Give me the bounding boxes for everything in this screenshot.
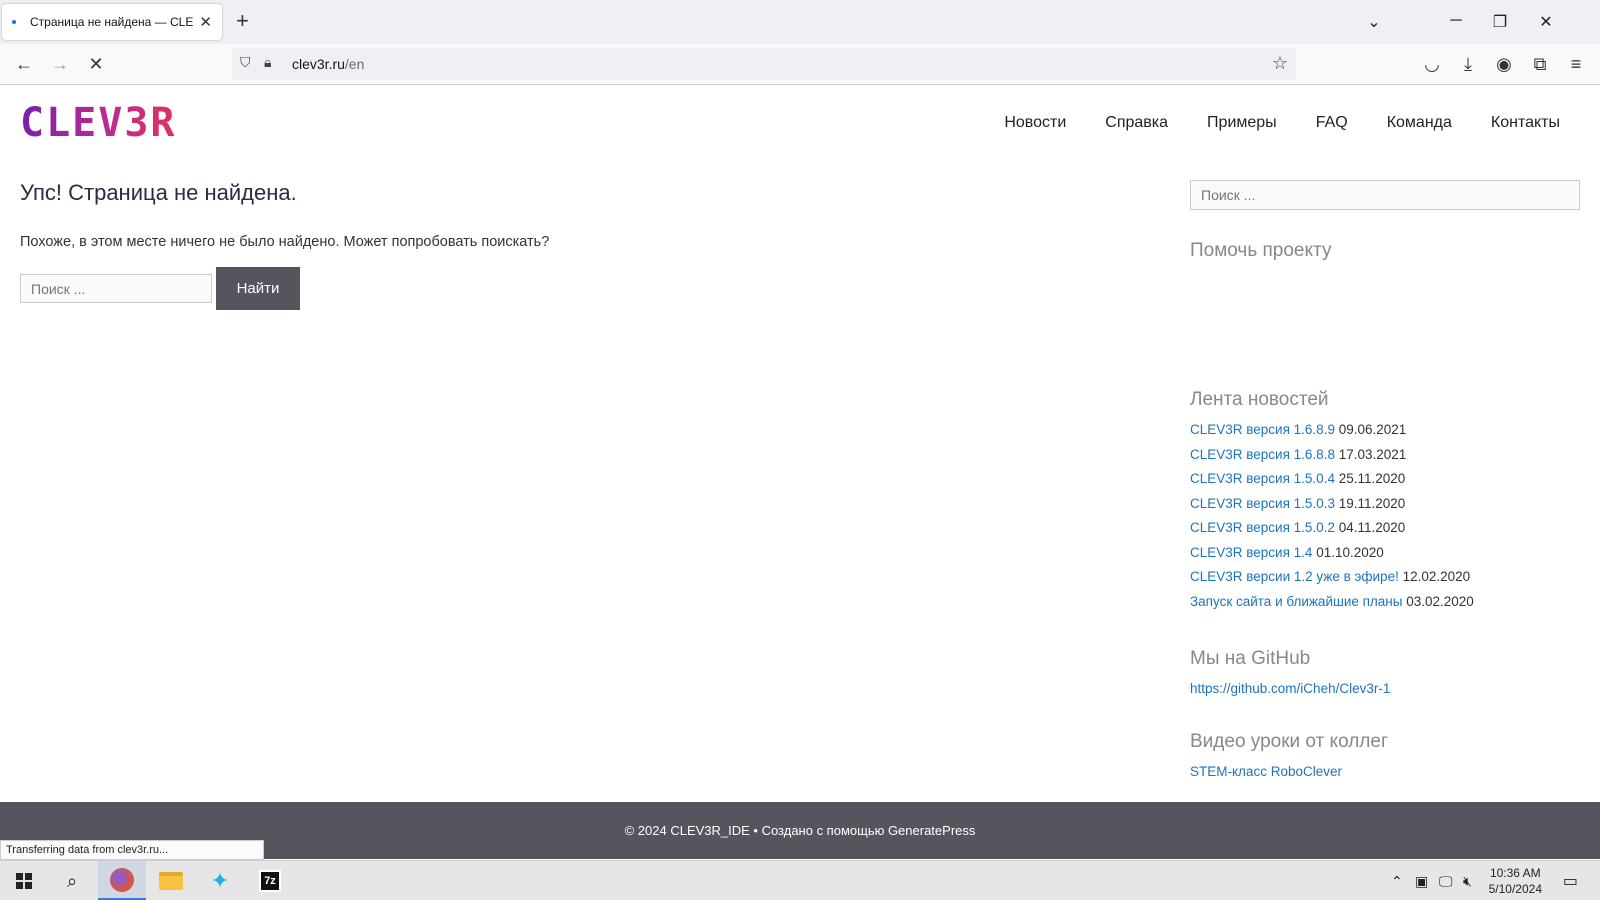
url-text[interactable]: clev3r.ru/en — [292, 56, 364, 72]
list-item: CLEV3R версия 1.5.0.3 19.11.2020 — [1190, 494, 1474, 519]
footer-text: © 2024 CLEV3R_IDE • Создано с помощью Ge… — [624, 823, 976, 838]
shield-icon[interactable]: ⛉ — [240, 54, 251, 71]
restore-icon[interactable]: ❐ — [1490, 12, 1510, 32]
menu-icon[interactable]: ≡ — [1565, 54, 1587, 75]
close-window-icon[interactable]: ✕ — [1536, 12, 1556, 32]
account-icon[interactable]: ◉ — [1493, 54, 1515, 75]
list-item: CLEV3R версия 1.6.8.9 09.06.2021 — [1190, 420, 1474, 445]
news-link[interactable]: CLEV3R версия 1.5.0.4 — [1190, 471, 1335, 486]
browser-status-bar: Transferring data from clev3r.ru... — [0, 840, 264, 860]
browser-tab[interactable]: Страница не найдена — CLEV3R ✕ — [2, 4, 222, 40]
news-link[interactable]: CLEV3R версия 1.6.8.9 — [1190, 422, 1335, 437]
news-date: 17.03.2021 — [1338, 446, 1407, 462]
clock-date: 5/10/2024 — [1488, 882, 1542, 896]
url-path: /en — [344, 56, 365, 72]
news-link[interactable]: CLEV3R версии 1.2 уже в эфире! — [1190, 569, 1399, 584]
bookmark-star-icon[interactable]: ☆ — [1272, 53, 1288, 74]
news-link[interactable]: CLEV3R версия 1.5.0.2 — [1190, 520, 1335, 535]
news-link[interactable]: CLEV3R версия 1.4 — [1190, 545, 1312, 560]
menu-item-team[interactable]: Команда — [1387, 114, 1452, 132]
sidebar-search-input[interactable] — [1190, 180, 1580, 210]
tray-chevron-icon[interactable]: ⌃ — [1391, 873, 1403, 890]
search-icon: ⌕ — [66, 870, 78, 891]
network-icon[interactable]: 🖵︎ — [1439, 873, 1453, 890]
download-icon[interactable]: ⤓ — [1457, 54, 1479, 75]
clock-time: 10:36 AM — [1489, 866, 1541, 880]
github-heading: Мы на GitHub — [1190, 648, 1311, 669]
news-link[interactable]: CLEV3R версия 1.5.0.3 — [1190, 496, 1335, 511]
taskbar-firefox[interactable] — [98, 861, 146, 900]
notifications-icon[interactable]: ▭ — [1563, 871, 1578, 891]
forward-arrow-icon[interactable]: → — [49, 54, 71, 75]
meet-icon[interactable]: ▣ — [1415, 873, 1428, 890]
news-date: 09.06.2021 — [1338, 422, 1407, 437]
site-logo[interactable]: CLEV3R — [20, 100, 177, 146]
loading-indicator-icon — [12, 20, 16, 24]
taskbar-7zip[interactable]: 7z — [246, 861, 294, 900]
browser-nav-bar: ← → ✕ ⛉ 🔒︎ clev3r.ru/en ☆ ◡ ⤓ ◉ ⧉ ≡ — [0, 44, 1600, 85]
browser-tab-bar: Страница не найдена — CLEV3R ✕ + ⌄ ─ ❐ ✕ — [0, 0, 1600, 44]
github-link[interactable]: https://github.com/iCheh/Clev3r-1 — [1190, 681, 1390, 696]
main-search-input[interactable] — [20, 274, 212, 303]
news-date: 01.10.2020 — [1316, 544, 1384, 560]
list-item: Запуск сайта и ближайшие планы 03.02.202… — [1190, 592, 1474, 617]
menu-item-news[interactable]: Новости — [1004, 114, 1066, 132]
address-bar[interactable]: ⛉ 🔒︎ clev3r.ru/en ☆ — [232, 48, 1296, 80]
system-clock[interactable]: 10:36 AM 5/10/2024 — [1489, 865, 1542, 897]
windows-icon — [16, 873, 32, 889]
search-submit-button[interactable]: Найти — [216, 267, 300, 310]
list-item: CLEV3R версия 1.5.0.4 25.11.2020 — [1190, 469, 1474, 494]
video-link[interactable]: STEM-класс RoboClever — [1190, 764, 1342, 779]
not-found-message: Похоже, в этом месте ничего не было найд… — [20, 234, 550, 250]
video-heading: Видео уроки от коллег — [1190, 731, 1388, 752]
volume-muted-icon[interactable]: 🔇︎ — [1463, 873, 1472, 890]
news-date: 04.11.2020 — [1338, 520, 1406, 535]
menu-item-contacts[interactable]: Контакты — [1491, 114, 1560, 132]
news-date: 25.11.2020 — [1338, 471, 1406, 486]
news-date: 03.02.2020 — [1406, 593, 1474, 609]
taskbar-kodi[interactable]: ✦ — [196, 861, 244, 900]
tab-title: Страница не найдена — CLEV3R — [29, 15, 194, 29]
news-date: 12.02.2020 — [1402, 569, 1471, 584]
minimize-icon[interactable]: ─ — [1446, 12, 1466, 30]
page-title: Упс! Страница не найдена. — [20, 180, 297, 205]
news-link[interactable]: Запуск сайта и ближайшие планы — [1190, 594, 1402, 609]
extensions-icon[interactable]: ⧉ — [1529, 54, 1551, 75]
firefox-icon — [110, 867, 134, 892]
menu-item-faq[interactable]: FAQ — [1316, 114, 1348, 132]
pocket-icon[interactable]: ◡ — [1421, 54, 1443, 75]
lock-icon[interactable]: 🔒︎ — [264, 54, 271, 71]
list-item: CLEV3R версии 1.2 уже в эфире! 12.02.202… — [1190, 567, 1474, 592]
url-host: clev3r.ru — [292, 56, 345, 72]
folder-icon — [159, 872, 183, 890]
main-menu: Новости Справка Примеры FAQ Команда Конт… — [1004, 114, 1560, 132]
news-list: CLEV3R версия 1.6.8.9 09.06.2021 CLEV3R … — [1190, 420, 1474, 616]
news-heading: Лента новостей — [1190, 389, 1329, 410]
menu-item-examples[interactable]: Примеры — [1207, 114, 1277, 132]
7zip-icon: 7z — [259, 870, 281, 892]
news-date: 19.11.2020 — [1338, 495, 1406, 511]
main-search-form: Найти — [20, 267, 300, 310]
close-tab-icon[interactable]: ✕ — [199, 13, 212, 31]
taskbar-file-explorer[interactable] — [147, 861, 195, 900]
stop-loading-icon[interactable]: ✕ — [85, 54, 107, 75]
donate-heading: Помочь проекту — [1190, 240, 1332, 261]
search-button[interactable]: ⌕ — [48, 861, 96, 900]
taskbar: ⌕ ✦ 7z ⌃ ▣ 🖵︎ 🔇︎ 10:36 AM 5/10/2024 ▭ — [0, 860, 1600, 900]
list-item: CLEV3R версия 1.5.0.2 04.11.2020 — [1190, 518, 1474, 543]
start-button[interactable] — [0, 861, 48, 900]
menu-item-help[interactable]: Справка — [1105, 114, 1168, 132]
list-item: CLEV3R версия 1.4 01.10.2020 — [1190, 543, 1474, 568]
list-item: CLEV3R версия 1.6.8.8 17.03.2021 — [1190, 445, 1474, 470]
back-arrow-icon[interactable]: ← — [13, 54, 35, 75]
tab-list-chevron-icon[interactable]: ⌄ — [1364, 12, 1384, 32]
kodi-icon: ✦ — [210, 868, 230, 893]
new-tab-button[interactable]: + — [236, 10, 249, 32]
news-link[interactable]: CLEV3R версия 1.6.8.8 — [1190, 447, 1335, 462]
